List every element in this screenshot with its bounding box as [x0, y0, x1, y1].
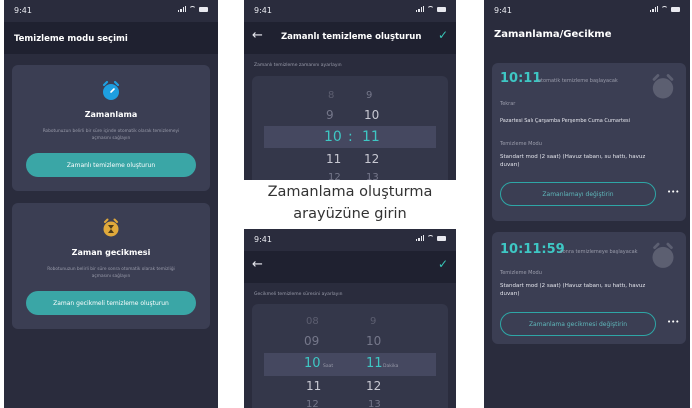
picker-minute: 12 — [366, 379, 382, 393]
more-options-icon[interactable]: ••• — [667, 188, 679, 196]
delay-time-suffix: sonra temizlemeye başlayacak — [560, 249, 638, 255]
page-title: Temizleme modu seçimi — [14, 34, 128, 44]
delay-card: Zaman gecikmesi Robotunuzun belirli bir … — [12, 203, 210, 329]
mode-label: Temizleme Modu — [500, 141, 542, 147]
wifi-icon — [427, 235, 434, 241]
phone-screen-create-schedule: 9:41 ← Zamanlı temizleme oluşturun ✓ Zam… — [244, 0, 456, 180]
caption-line-2: arayüzüne girin — [293, 206, 407, 222]
page-title: Zamanlama/Gecikme — [494, 29, 612, 40]
picker-minute: 10 — [364, 108, 380, 122]
repeat-label: Tekrar — [500, 101, 516, 107]
header-bar: Temizleme modu seçimi — [4, 22, 218, 54]
change-delay-button[interactable]: Zamanlama gecikmesi değiştirin — [500, 312, 656, 336]
status-bar: 9:41 — [244, 229, 456, 251]
status-time: 9:41 — [254, 235, 272, 244]
wifi-icon — [427, 6, 434, 12]
scheduling-card: Zamanlama Robotunuzun belirli bir süre i… — [12, 65, 210, 191]
mode-value: Standart mod (2 saat) (Havuz tabanı, su … — [500, 154, 646, 168]
picker-hour: 8 — [328, 90, 335, 101]
picker-label: Gecikmeli temizleme süresini ayarlayın — [254, 292, 343, 297]
battery-icon — [437, 6, 446, 12]
picker-minute: 10 — [366, 334, 382, 348]
picker-minute: 12 — [364, 152, 380, 166]
status-bar: 9:41 — [244, 0, 456, 22]
status-time: 9:41 — [14, 6, 32, 15]
alarm-clock-icon — [652, 74, 674, 99]
delay-card-description: Robotunuzun belirli bir süre sonra otoma… — [47, 267, 175, 279]
status-icons — [650, 6, 680, 12]
picker-minute: 13 — [366, 172, 379, 180]
repeat-value: Pazartesi Salı Çarşamba Perşembe Cuma Cu… — [500, 118, 631, 124]
phone-screen-schedule-list: 9:41 Zamanlama/Gecikme 10:11 otomatik te… — [484, 0, 690, 408]
status-time: 9:41 — [494, 6, 512, 15]
hour-unit-label: Saat — [323, 364, 334, 369]
picker-hour: 11 — [306, 379, 322, 393]
wifi-icon — [661, 6, 668, 12]
minute-unit-label: Dakika — [383, 364, 399, 369]
create-delayed-cleaning-button[interactable]: Zaman gecikmeli temizleme oluşturun — [26, 291, 196, 315]
confirm-check-icon[interactable]: ✓ — [438, 257, 448, 271]
picker-selection-band — [264, 353, 436, 376]
header-bar: ← ✓ — [244, 251, 456, 283]
caption-line-1: Zamanlama oluşturma — [267, 184, 433, 200]
picker-minute-selected: 11 — [366, 356, 383, 371]
header-bar: ← Zamanlı temizleme oluşturun ✓ — [244, 22, 456, 54]
status-bar: 9:41 — [484, 0, 690, 22]
scheduling-card-description: Robotunuzun belirli bir süre içinde otom… — [42, 129, 180, 141]
signal-icon — [178, 6, 186, 12]
schedule-time: 10:11 — [500, 71, 542, 86]
status-time: 9:41 — [254, 6, 272, 15]
change-schedule-button[interactable]: Zamanlamayı değiştirin — [500, 182, 656, 206]
battery-icon — [437, 235, 446, 241]
signal-icon — [416, 235, 424, 241]
schedule-time-suffix: otomatik temizleme başlayacak — [538, 78, 618, 84]
signal-icon — [650, 6, 658, 12]
picker-hour: 11 — [326, 152, 342, 166]
picker-hour-selected: 10 — [304, 356, 321, 371]
phone-screen-mode-select: 9:41 Temizleme modu seçimi Zamanlama Rob… — [4, 0, 218, 408]
confirm-check-icon[interactable]: ✓ — [438, 28, 448, 42]
wifi-icon — [189, 6, 196, 12]
picker-minute-selected: 11 — [362, 129, 380, 145]
alarm-clock-icon — [102, 80, 120, 100]
status-bar: 9:41 — [4, 0, 218, 22]
back-arrow-icon[interactable]: ← — [252, 257, 263, 272]
caption: Zamanlama oluşturma arayüzüne girin — [244, 181, 456, 225]
schedule-card: 10:11 otomatik temizleme başlayacak Tekr… — [492, 63, 686, 221]
back-arrow-icon[interactable]: ← — [252, 28, 263, 43]
picker-hour: 9 — [326, 108, 334, 122]
picker-minute: 13 — [368, 399, 381, 408]
hourglass-clock-icon — [103, 218, 119, 237]
page-title: Zamanlı temizleme oluşturun — [281, 32, 422, 42]
picker-minute: 9 — [366, 90, 373, 101]
mode-value: Standart mod (2 saat) (Havuz tabanı, su … — [500, 283, 646, 297]
delay-time: 10:11:59 — [500, 242, 565, 257]
more-options-icon[interactable]: ••• — [667, 318, 679, 326]
battery-icon — [671, 6, 680, 12]
picker-minute: 9 — [370, 316, 377, 327]
hourglass-clock-icon — [652, 242, 674, 268]
scheduling-card-title: Zamanlama — [84, 110, 138, 119]
phone-screen-create-delay: 9:41 ← ✓ Gecikmeli temizleme süresini ay… — [244, 229, 456, 408]
signal-icon — [416, 6, 424, 12]
mode-label: Temizleme Modu — [500, 270, 542, 276]
battery-icon — [199, 6, 208, 12]
delay-card: 10:11:59 sonra temizlemeye başlayacak Te… — [492, 232, 686, 344]
create-scheduled-cleaning-button[interactable]: Zamanlı temizleme oluşturun — [26, 153, 196, 177]
picker-hour: 12 — [306, 399, 319, 408]
delay-card-title: Zaman gecikmesi — [71, 248, 151, 257]
picker-hour-selected: 10 — [324, 129, 342, 145]
picker-hour: 09 — [304, 334, 320, 348]
time-picker[interactable]: 8 9 10 : 11 12 9 10 11 12 13 — [252, 76, 448, 180]
picker-hour: 08 — [306, 316, 319, 327]
status-icons — [416, 6, 446, 12]
picker-hour: 12 — [328, 172, 341, 180]
delay-picker[interactable]: 08 09 10 Saat 11 12 9 10 11 Dakika 12 13 — [252, 304, 448, 408]
picker-label: Zamanlı temizleme zamanını ayarlayın — [254, 63, 342, 68]
status-icons — [178, 6, 208, 12]
header-bar: Zamanlama/Gecikme — [484, 22, 690, 52]
status-icons — [416, 235, 446, 241]
picker-separator: : — [348, 129, 353, 145]
